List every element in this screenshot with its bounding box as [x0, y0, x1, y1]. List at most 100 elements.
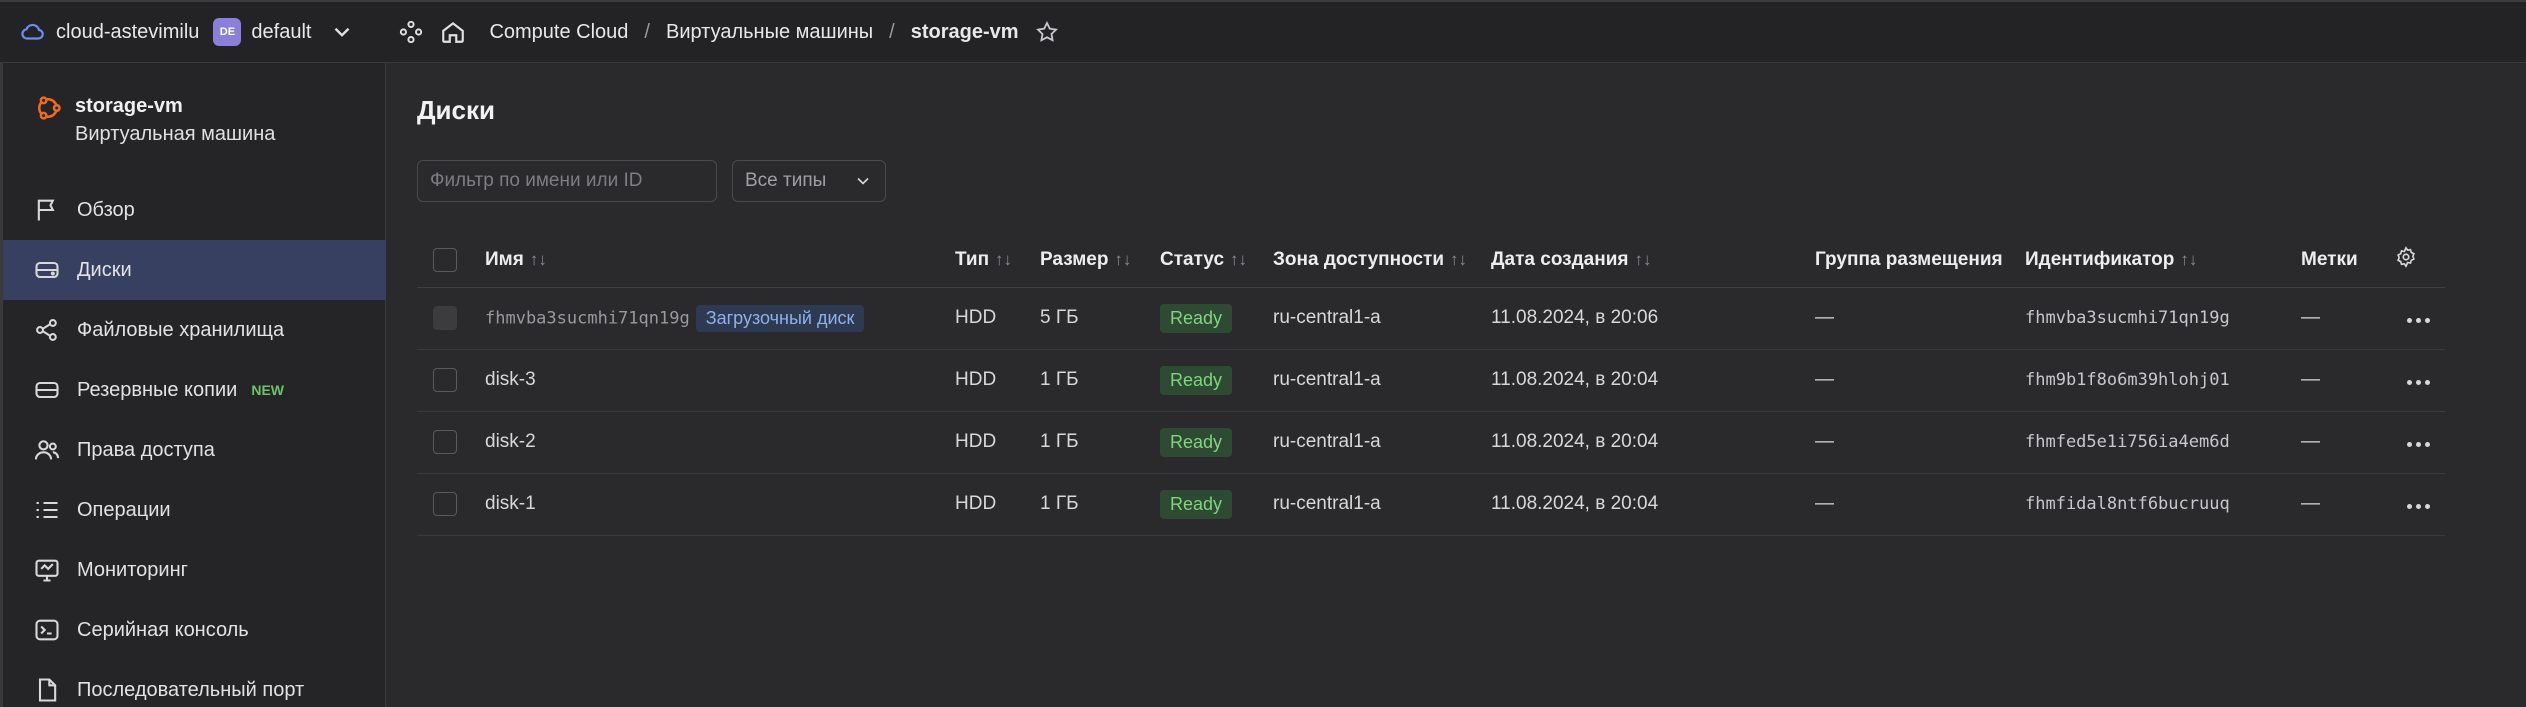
- list-icon: [36, 501, 58, 519]
- sidebar-item-disks[interactable]: Диски: [3, 240, 386, 300]
- breadcrumb-separator: /: [644, 20, 650, 43]
- disk-name[interactable]: disk-2: [485, 411, 955, 474]
- more-actions-icon[interactable]: [2407, 318, 2430, 323]
- column-status[interactable]: Статус ↑↓: [1160, 233, 1273, 288]
- disks-table: Имя ↑↓ Тип ↑↓ Размер ↑↓ Статус ↑↓ Зона досту…: [417, 233, 2445, 536]
- sidebar-item-label: Права доступа: [77, 438, 215, 461]
- disk-size: 1 ГБ: [1040, 411, 1160, 474]
- sidebar-item-overview[interactable]: Обзор: [3, 180, 386, 240]
- disk-zone: ru-central1-a: [1273, 411, 1491, 474]
- disk-zone: ru-central1-a: [1273, 349, 1491, 412]
- type-select-value: Все типы: [745, 170, 827, 191]
- disk-created: 11.08.2024, в 20:06: [1491, 287, 1815, 350]
- row-checkbox[interactable]: [433, 492, 457, 516]
- breadcrumb: Compute Cloud / Виртуальные машины / sto…: [489, 21, 1018, 44]
- star-icon[interactable]: [1033, 18, 1061, 46]
- flag-icon: [37, 199, 55, 221]
- disk-name[interactable]: fhmvba3sucmhi71qn19g: [485, 308, 690, 328]
- sort-icon: ↑↓: [1114, 249, 1132, 269]
- more-actions-icon[interactable]: [2407, 442, 2430, 447]
- sort-icon: ↑↓: [2180, 249, 2198, 269]
- sidebar-item-operations[interactable]: Операции: [3, 480, 386, 540]
- sidebar-item-label: Файловые хранилища: [77, 318, 285, 341]
- folder-name: default: [251, 20, 312, 43]
- disk-placement: —: [1815, 473, 2025, 536]
- disk-zone: ru-central1-a: [1273, 287, 1491, 350]
- breadcrumb-separator: /: [889, 20, 895, 43]
- sort-icon: ↑↓: [1450, 249, 1468, 269]
- disk-labels: —: [2301, 349, 2395, 412]
- disk-type: HDD: [955, 287, 1040, 350]
- table-settings[interactable]: [2395, 233, 2445, 288]
- table-row[interactable]: disk-3 HDD 1 ГБ Ready ru-central1-a 11.0…: [417, 349, 2445, 412]
- column-id[interactable]: Идентификатор ↑↓: [2025, 233, 2301, 288]
- users-icon: [34, 440, 60, 460]
- table-header: Имя ↑↓ Тип ↑↓ Размер ↑↓ Статус ↑↓ Зона досту…: [417, 233, 2445, 288]
- home-icon[interactable]: [439, 18, 467, 46]
- column-size[interactable]: Размер ↑↓: [1040, 233, 1160, 288]
- share-icon: [36, 319, 57, 341]
- sidebar-item-monitoring[interactable]: Мониторинг: [3, 540, 386, 600]
- more-actions-icon[interactable]: [2407, 504, 2430, 509]
- services-icon[interactable]: [397, 18, 425, 46]
- table-row[interactable]: disk-2 HDD 1 ГБ Ready ru-central1-a 11.0…: [417, 411, 2445, 474]
- vm-name: storage-vm: [75, 95, 183, 117]
- folder-avatar: DE: [213, 18, 242, 46]
- ubuntu-logo-icon: [38, 96, 61, 120]
- more-actions-icon[interactable]: [2407, 380, 2430, 385]
- cloud-icon: [21, 23, 44, 40]
- sidebar-item-label: Серийная консоль: [77, 618, 249, 641]
- disk-id: fhmfed5e1i756ia4em6d: [2025, 432, 2230, 452]
- gear-icon[interactable]: [2395, 245, 2417, 268]
- column-zone[interactable]: Зона доступности ↑↓: [1273, 233, 1491, 288]
- row-checkbox[interactable]: [433, 368, 457, 392]
- cloud-name: cloud-astevimilu: [56, 20, 200, 43]
- breadcrumb-compute-cloud[interactable]: Compute Cloud: [489, 21, 628, 44]
- disk-labels: —: [2301, 287, 2395, 350]
- disk-size: 1 ГБ: [1040, 473, 1160, 536]
- disk-name[interactable]: disk-3: [485, 349, 955, 412]
- sort-icon: ↑↓: [995, 249, 1013, 269]
- breadcrumb-current: storage-vm: [910, 20, 1019, 43]
- vm-type: Виртуальная машина: [75, 123, 276, 145]
- filter-input[interactable]: [417, 160, 717, 202]
- sidebar-nav: Обзор Диски Файловые хранилища Резервные…: [3, 180, 386, 707]
- breadcrumb-vms[interactable]: Виртуальные машины: [666, 21, 873, 44]
- boot-disk-badge: Загрузочный диск: [695, 304, 865, 332]
- sidebar-item-access[interactable]: Права доступа: [3, 420, 386, 480]
- sidebar-item-serial-console[interactable]: Серийная консоль: [3, 600, 386, 660]
- disk-name[interactable]: disk-1: [485, 473, 955, 536]
- backup-icon: [35, 381, 59, 399]
- new-badge: NEW: [251, 382, 285, 398]
- page-title: Диски: [417, 95, 495, 125]
- row-checkbox[interactable]: [433, 430, 457, 454]
- table-row[interactable]: fhmvba3sucmhi71qn19g Загрузочный диск HDD…: [417, 287, 2445, 350]
- chevron-down-icon: [857, 177, 869, 185]
- sort-icon: ↑↓: [529, 249, 547, 269]
- sidebar-item-backups[interactable]: Резервные копии NEW: [3, 360, 386, 420]
- type-select[interactable]: Все типы: [732, 160, 886, 202]
- status-badge: Ready: [1160, 489, 1233, 519]
- column-type[interactable]: Тип ↑↓: [955, 233, 1040, 288]
- column-created[interactable]: Дата создания ↑↓: [1491, 233, 1815, 288]
- sort-icon: ↑↓: [1230, 249, 1248, 269]
- main-content: Диски Все типы Имя↑↓ Тип↑↓ Размер↑↓ Стат…: [387, 63, 2526, 707]
- disk-id: fhm9b1f8o6m39hlohj01: [2025, 370, 2230, 390]
- cloud-selector[interactable]: cloud-astevimilu DE default: [20, 18, 355, 46]
- disk-created: 11.08.2024, в 20:04: [1491, 349, 1815, 412]
- status-badge: Ready: [1160, 365, 1233, 395]
- status-badge: Ready: [1160, 303, 1233, 333]
- table-row[interactable]: disk-1 HDD 1 ГБ Ready ru-central1-a 11.0…: [417, 473, 2445, 536]
- disk-placement: —: [1815, 349, 2025, 412]
- column-placement: Группа размещения: [1815, 233, 2025, 288]
- disk-id: fhmvba3sucmhi71qn19g: [2025, 308, 2230, 328]
- disk-icon: [35, 261, 59, 279]
- chevron-down-icon[interactable]: [329, 19, 355, 45]
- monitor-icon: [35, 559, 59, 582]
- row-checkbox: [433, 306, 457, 330]
- sidebar-item-file-storages[interactable]: Файловые хранилища: [3, 300, 386, 360]
- sidebar-item-serial-port[interactable]: Последовательный порт: [3, 660, 386, 707]
- column-name[interactable]: Имя ↑↓: [485, 233, 955, 288]
- select-all-checkbox[interactable]: [433, 247, 457, 272]
- terminal-icon: [35, 619, 59, 641]
